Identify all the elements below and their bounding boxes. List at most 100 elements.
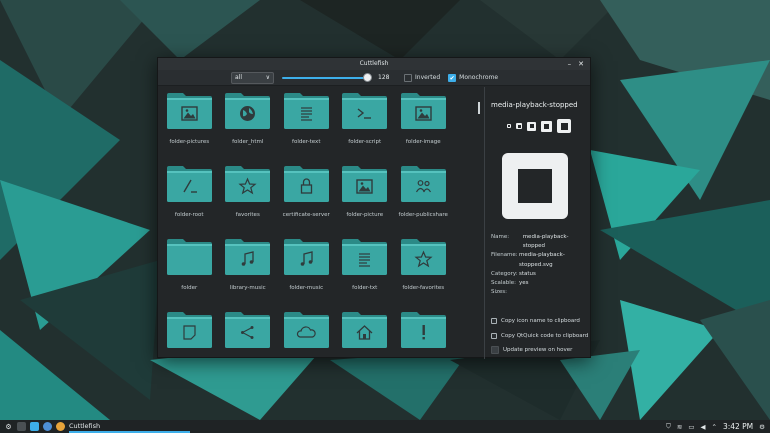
icon-grid-item-label: folder-root bbox=[174, 212, 204, 218]
icon-grid-item-label: folder_html bbox=[232, 139, 264, 145]
folder-icon bbox=[166, 90, 213, 130]
close-button[interactable]: ✕ bbox=[578, 58, 584, 70]
folder-icon bbox=[341, 90, 388, 130]
icon-size-value: 128 bbox=[378, 74, 390, 81]
title-bar[interactable]: Cuttlefish – ✕ bbox=[158, 58, 590, 70]
task-cuttlefish[interactable]: Cuttlefish bbox=[69, 420, 191, 433]
icon-grid-item[interactable]: folder-root bbox=[160, 160, 219, 233]
folder-icon bbox=[400, 163, 447, 203]
chevron-down-icon: ∨ bbox=[265, 74, 270, 81]
file-manager-icon[interactable] bbox=[30, 422, 39, 431]
clock[interactable]: 3:42 PM bbox=[723, 422, 753, 431]
icon-grid-item-label: folder-picture bbox=[346, 212, 384, 218]
application-launcher-icon[interactable]: ⚙ bbox=[4, 422, 13, 431]
folder-icon bbox=[166, 163, 213, 203]
icon-grid-item[interactable]: folder bbox=[160, 233, 219, 306]
icon-grid-item-label: library-music bbox=[229, 285, 266, 291]
update-preview-label: Update preview on hover bbox=[503, 347, 573, 354]
task-label: Cuttlefish bbox=[69, 421, 101, 430]
cuttlefish-app-icon[interactable] bbox=[56, 422, 65, 431]
icon-grid-item-label: folder-script bbox=[348, 139, 382, 145]
icon-grid-item[interactable]: favorites bbox=[219, 160, 278, 233]
icon-grid-item[interactable] bbox=[277, 306, 336, 359]
meta-key: Scalable: bbox=[491, 280, 517, 287]
folder-icon bbox=[224, 90, 271, 130]
folder-icon bbox=[283, 236, 330, 276]
icon-grid-item-label: folder-text bbox=[292, 139, 321, 145]
stop-icon bbox=[518, 169, 552, 203]
size-preview-48[interactable] bbox=[541, 120, 552, 132]
icon-grid: folder-pictures folder_html folder-text fol… bbox=[158, 87, 484, 359]
meta-key: Category: bbox=[491, 270, 518, 277]
browser-icon[interactable] bbox=[43, 422, 52, 431]
volume-icon[interactable]: ◀ bbox=[700, 423, 705, 431]
icon-grid-item[interactable]: library-music bbox=[219, 233, 278, 306]
icon-grid-item[interactable]: certificate-server bbox=[277, 160, 336, 233]
shield-icon[interactable]: ⛉ bbox=[666, 422, 671, 431]
icon-grid-item-label: folder bbox=[181, 285, 198, 291]
icon-grid-scrollbar[interactable] bbox=[478, 102, 480, 114]
folder-icon bbox=[341, 309, 388, 349]
copy-qtquick-checkbox[interactable] bbox=[491, 332, 497, 339]
folder-icon bbox=[341, 163, 388, 203]
icon-grid-pane[interactable]: folder-pictures folder_html folder-text fol… bbox=[158, 87, 484, 359]
icon-grid-item-label: favorites bbox=[235, 212, 260, 218]
monochrome-label: Monochrome bbox=[459, 74, 499, 81]
icon-grid-item-label: folder-image bbox=[405, 139, 441, 145]
selected-icon-name: media-playback-stopped bbox=[491, 101, 578, 109]
meta-key: Name: bbox=[491, 234, 510, 240]
icon-grid-item-label: folder-favorites bbox=[402, 285, 445, 291]
copy-qtquick-option[interactable]: Copy QtQuick code to clipboard bbox=[491, 329, 588, 344]
slider-handle[interactable] bbox=[363, 72, 372, 82]
category-filter-select[interactable]: all ∨ bbox=[231, 71, 274, 84]
slider-track bbox=[282, 76, 370, 79]
window-title: Cuttlefish bbox=[359, 60, 389, 67]
inverted-checkbox[interactable]: Inverted bbox=[404, 73, 440, 82]
folder-icon bbox=[283, 90, 330, 130]
size-preview-64[interactable] bbox=[557, 119, 571, 133]
icon-grid-item[interactable] bbox=[160, 306, 219, 359]
icon-grid-item[interactable]: folder-favorites bbox=[394, 233, 453, 306]
minimize-button[interactable]: – bbox=[568, 58, 572, 70]
show-desktop-icon[interactable]: ⚙ bbox=[759, 423, 765, 431]
folder-icon bbox=[224, 163, 271, 203]
wifi-icon[interactable]: ≋ bbox=[677, 423, 682, 431]
icon-grid-item[interactable]: folder-publicshare bbox=[394, 160, 453, 233]
icon-grid-item[interactable]: folder-picture bbox=[336, 160, 395, 233]
icon-detail-panel: media-playback-stopped Name: media-playba… bbox=[484, 87, 590, 359]
pager-icon[interactable] bbox=[17, 422, 26, 431]
icon-grid-item[interactable]: folder-txt bbox=[336, 233, 395, 306]
icon-size-slider[interactable] bbox=[280, 72, 372, 84]
icon-grid-item[interactable]: folder-script bbox=[336, 87, 395, 160]
copy-name-checkbox[interactable] bbox=[491, 318, 497, 325]
size-preview-22[interactable] bbox=[516, 123, 522, 129]
icon-grid-item[interactable] bbox=[336, 306, 395, 359]
size-previews bbox=[507, 119, 590, 133]
icon-grid-item[interactable]: folder_html bbox=[219, 87, 278, 160]
meta-value: media-playback-stopped bbox=[522, 234, 569, 250]
monochrome-checkbox[interactable]: ✔ Monochrome bbox=[448, 73, 499, 82]
cuttlefish-window: Cuttlefish – ✕ all ∨ 128 Inverted ✔ Mono… bbox=[157, 57, 591, 359]
update-preview-option[interactable]: Update preview on hover bbox=[491, 343, 588, 358]
toolbar: all ∨ 128 Inverted ✔ Monochrome bbox=[158, 70, 590, 86]
icon-grid-item[interactable]: folder-pictures bbox=[160, 87, 219, 160]
icon-grid-item[interactable] bbox=[219, 306, 278, 359]
monochrome-check-box[interactable]: ✔ bbox=[448, 73, 457, 82]
copy-name-option[interactable]: Copy icon name to clipboard bbox=[491, 314, 588, 329]
battery-icon[interactable]: ▭ bbox=[688, 423, 694, 431]
icon-metadata: Name: media-playback-stopped Filename: med… bbox=[491, 233, 590, 297]
meta-key: Filename: bbox=[491, 252, 518, 259]
category-filter-value: all bbox=[235, 74, 243, 81]
icon-grid-item[interactable] bbox=[394, 306, 453, 359]
update-preview-checkbox[interactable] bbox=[491, 346, 499, 355]
folder-icon bbox=[224, 236, 271, 276]
taskbar: ⚙ Cuttlefish ⛉ ≋ ▭ ◀ ⌃ 3:42 PM ⚙ bbox=[0, 420, 770, 433]
size-preview-32[interactable] bbox=[527, 121, 536, 131]
tray-expand-icon[interactable]: ⌃ bbox=[711, 423, 716, 431]
size-preview-16[interactable] bbox=[507, 124, 511, 128]
folder-icon bbox=[400, 309, 447, 349]
icon-grid-item[interactable]: folder-image bbox=[394, 87, 453, 160]
icon-grid-item[interactable]: folder-music bbox=[277, 233, 336, 306]
inverted-check-box[interactable] bbox=[404, 73, 412, 82]
icon-grid-item[interactable]: folder-text bbox=[277, 87, 336, 160]
